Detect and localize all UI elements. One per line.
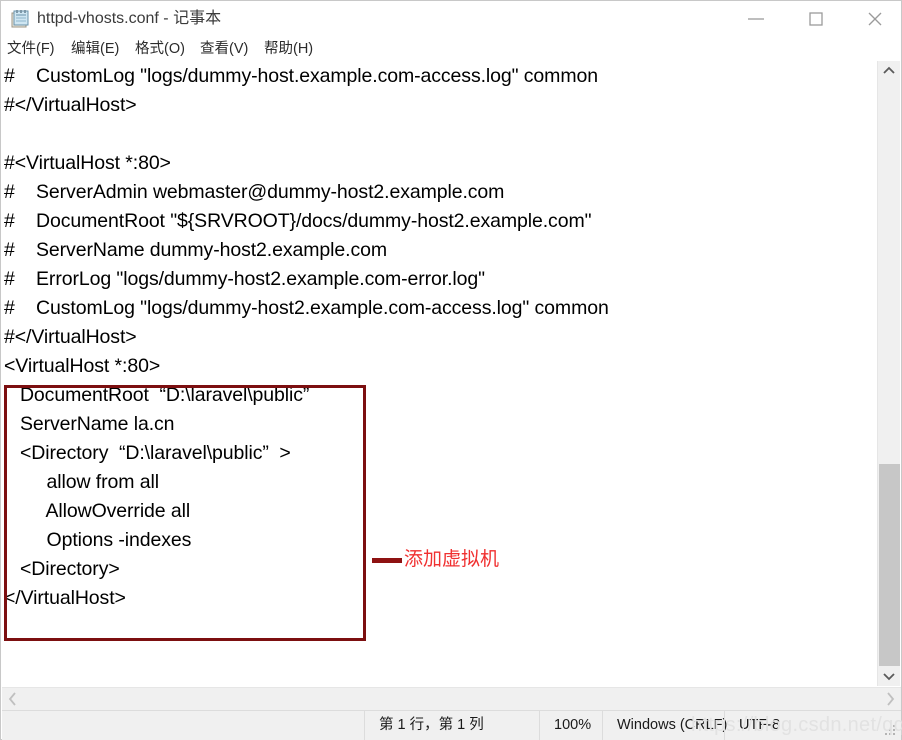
status-bar: 第 1 行，第 1 列 100% Windows (CRLF) UTF-8 [2, 710, 901, 740]
menu-item-help[interactable]: 帮助(H) [262, 39, 315, 59]
vertical-scrollbar-thumb[interactable] [879, 464, 900, 666]
scroll-right-button[interactable] [879, 688, 901, 710]
horizontal-scrollbar[interactable] [2, 687, 901, 710]
maximize-icon [809, 12, 823, 26]
scroll-left-button[interactable] [2, 688, 24, 710]
editor-content[interactable]: # CustomLog "logs/dummy-host.example.com… [4, 62, 878, 613]
chevron-down-icon [883, 673, 895, 681]
menu-bar: 文件(F) 编辑(E) 格式(O) 查看(V) 帮助(H) [1, 37, 901, 61]
scroll-down-button[interactable] [878, 666, 900, 686]
vertical-scrollbar[interactable] [877, 61, 900, 686]
status-encoding: UTF-8 [724, 711, 901, 740]
close-icon [868, 12, 882, 26]
resize-grip[interactable] [885, 725, 897, 737]
status-cursor-position: 第 1 行，第 1 列 [364, 711, 539, 740]
scroll-up-button[interactable] [878, 61, 900, 81]
annotation-leader-line [372, 558, 402, 563]
minimize-button[interactable] [733, 1, 779, 37]
menu-item-file[interactable]: 文件(F) [5, 39, 57, 59]
title-bar: httpd-vhosts.conf - 记事本 [1, 1, 901, 37]
window-title: httpd-vhosts.conf - 记事本 [37, 10, 222, 27]
status-line-ending: Windows (CRLF) [602, 711, 727, 740]
menu-item-format[interactable]: 格式(O) [133, 39, 187, 59]
annotation-label: 添加虚拟机 [404, 549, 500, 570]
status-zoom-level[interactable]: 100% [539, 711, 602, 740]
text-editor-area[interactable]: # CustomLog "logs/dummy-host.example.com… [2, 61, 878, 686]
menu-item-view[interactable]: 查看(V) [198, 39, 250, 59]
menu-item-edit[interactable]: 编辑(E) [69, 39, 121, 59]
maximize-button[interactable] [793, 1, 839, 37]
chevron-left-icon [8, 692, 16, 706]
chevron-right-icon [887, 692, 895, 706]
close-button[interactable] [852, 1, 898, 37]
notepad-window: httpd-vhosts.conf - 记事本 文件(F) 编辑(E) 格式(O… [0, 0, 902, 740]
chevron-up-icon [883, 66, 895, 74]
minimize-icon [748, 18, 764, 20]
notepad-icon [10, 9, 30, 29]
